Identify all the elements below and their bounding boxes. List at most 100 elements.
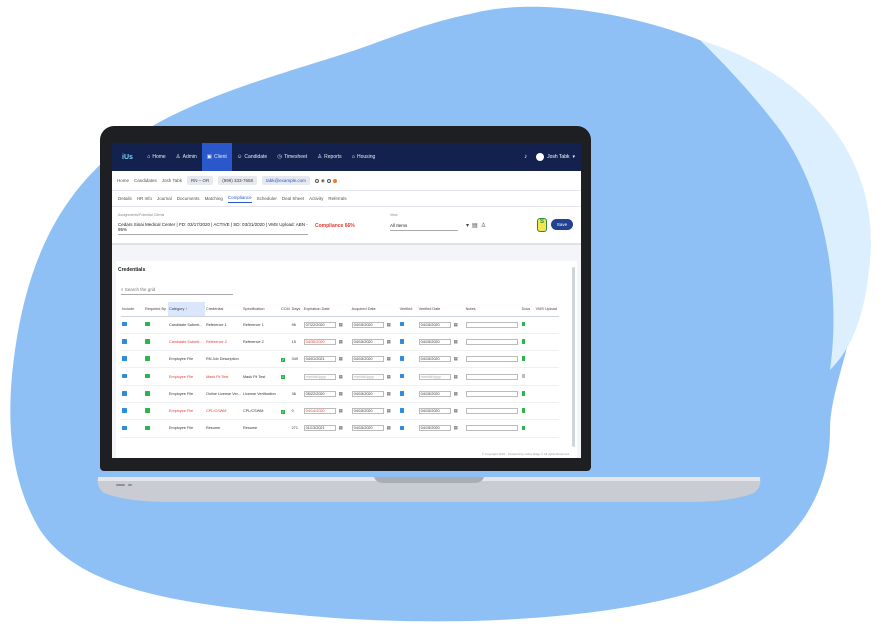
docs-cell[interactable] <box>520 402 535 421</box>
credential-cell[interactable]: Reference 1 <box>205 316 242 334</box>
required-checkbox[interactable] <box>144 316 168 334</box>
nav-home[interactable]: ⌂ Home <box>142 143 171 171</box>
table-row[interactable]: Employee File RN Job Description ✓ 349 04/01… <box>121 350 559 369</box>
verified-date-cell[interactable]: 04/15/2020 ▦ <box>417 402 465 421</box>
column-header[interactable]: Specification <box>242 302 280 317</box>
include-checkbox[interactable] <box>121 333 144 352</box>
acquired-date-input[interactable]: 04/15/2020 <box>351 408 384 415</box>
eye-icon[interactable]: ◉ <box>321 178 325 184</box>
expiration-date-input[interactable]: 01/13/2021 <box>303 425 336 432</box>
table-row[interactable]: Employee File CPL/CSWM CPL/CSWM ✓ 0 04/14/202… <box>121 402 559 421</box>
acquired-date-input[interactable]: 04/15/2020 <box>351 356 384 363</box>
calendar-icon[interactable]: ▦ <box>454 356 458 361</box>
tab-compliance[interactable]: Compliance <box>227 195 252 203</box>
verified-date-cell[interactable]: 04/15/2020 ▦ <box>417 350 465 369</box>
expiration-date-cell[interactable]: 04/30/2020 ▦ <box>302 333 351 352</box>
verified-date-input[interactable]: 04/15/2020 <box>418 356 451 363</box>
expiration-date-input[interactable]: 07/22/2020 <box>303 321 336 328</box>
notes-input[interactable] <box>465 390 518 397</box>
calendar-icon[interactable]: ▦ <box>454 322 458 327</box>
tab-matching[interactable]: Matching <box>205 196 223 201</box>
credential-cell[interactable]: Reference 2 <box>205 333 242 352</box>
docs-cell[interactable] <box>520 419 535 438</box>
calendar-icon[interactable]: ▦ <box>339 408 343 413</box>
verified-date-input[interactable]: 04/15/2020 <box>418 321 451 328</box>
nav-client[interactable]: ▣ Client <box>201 143 232 171</box>
calendar-icon[interactable]: ▦ <box>454 374 458 379</box>
calendar-icon[interactable]: ▦ <box>387 322 391 327</box>
nav-admin[interactable]: ♙ Admin <box>171 143 202 171</box>
expiration-date-cell[interactable]: 01/13/2021 ▦ <box>302 419 351 438</box>
column-header[interactable]: Required By <box>144 302 168 317</box>
expiration-date-cell[interactable]: 04/14/2020 ▦ <box>302 402 351 421</box>
calendar-icon[interactable]: ▦ <box>387 374 391 379</box>
notes-input[interactable] <box>465 425 518 432</box>
notes-cell[interactable] <box>464 367 521 386</box>
tab-journal[interactable]: Journal <box>157 196 172 201</box>
credential-cell[interactable]: CPL/CSWM <box>205 402 242 421</box>
notes-input[interactable] <box>465 373 518 380</box>
calendar-icon[interactable]: ▦ <box>387 408 391 413</box>
verified-cell[interactable] <box>398 385 418 403</box>
verified-cell[interactable] <box>398 402 418 421</box>
verified-date-input[interactable]: mm/dd/yyyy <box>418 373 451 380</box>
credential-cell[interactable]: RN Job Description <box>205 350 242 369</box>
calendar-icon[interactable]: ▦ <box>454 339 458 344</box>
document-icon[interactable] <box>521 391 526 396</box>
calendar-icon[interactable]: ▦ <box>387 391 391 396</box>
verified-checkbox[interactable] <box>399 408 405 413</box>
document-icon[interactable] <box>521 339 526 344</box>
verified-checkbox[interactable] <box>399 321 405 327</box>
acquired-date-cell[interactable]: 04/15/2020 ▦ <box>350 402 399 421</box>
include-checkbox[interactable] <box>121 316 144 334</box>
tab-referrals[interactable]: Referrals <box>328 196 346 201</box>
docs-cell[interactable] <box>520 367 535 386</box>
docs-cell[interactable] <box>520 316 535 334</box>
tab-deal-sheet[interactable]: Deal Sheet <box>282 196 304 201</box>
calendar-icon[interactable]: ▦ <box>387 356 391 361</box>
acquired-date-input[interactable]: 04/15/2020 <box>351 425 384 432</box>
notes-cell[interactable] <box>464 333 521 352</box>
notes-input[interactable] <box>465 321 518 328</box>
verified-cell[interactable] <box>398 367 418 386</box>
table-row[interactable]: Employee File Mask Fit Test Mask Fit Test ✓… <box>121 367 559 386</box>
calendar-icon[interactable]: ▦ <box>387 339 391 344</box>
verified-checkbox[interactable] <box>399 373 405 379</box>
app-logo[interactable]: iUs <box>122 154 142 161</box>
expiration-date-input[interactable]: 04/30/2020 <box>303 338 336 345</box>
notes-cell[interactable] <box>464 316 521 334</box>
required-checkbox[interactable] <box>144 367 168 386</box>
expiration-date-input[interactable]: 05/22/2020 <box>303 390 336 397</box>
calendar-icon[interactable]: ▦ <box>339 425 343 430</box>
docs-cell[interactable] <box>520 333 535 352</box>
docs-cell[interactable] <box>520 350 535 369</box>
document-icon[interactable] <box>521 408 526 413</box>
table-row[interactable]: Candidate Submit... Reference 1 Reference … <box>121 316 559 334</box>
verified-checkbox[interactable] <box>399 339 405 344</box>
column-header[interactable]: Verified <box>398 302 418 317</box>
person-icon[interactable]: ♙ <box>481 222 486 229</box>
column-header[interactable]: Include <box>121 302 144 317</box>
credential-cell[interactable]: Online License Ver... <box>205 385 242 403</box>
acquired-date-cell[interactable]: 04/15/2020 ▦ <box>350 419 399 438</box>
acquired-date-input[interactable]: 04/15/2020 <box>351 390 384 397</box>
document-icon[interactable] <box>521 373 526 379</box>
filter-icon[interactable]: ▾ <box>466 222 469 229</box>
calendar-icon[interactable]: ▦ <box>387 425 391 430</box>
assignment-select[interactable]: Cedars Sinai Medical Center | FD: 03/17/… <box>118 222 308 235</box>
verified-date-cell[interactable]: 04/15/2020 ▦ <box>417 385 465 403</box>
notes-cell[interactable] <box>464 385 521 403</box>
document-icon[interactable] <box>521 321 526 327</box>
bell-icon[interactable]: ♪ <box>524 154 527 160</box>
notes-cell[interactable] <box>464 402 521 421</box>
required-checkbox[interactable] <box>144 350 168 369</box>
column-header-category[interactable]: Category ↑ <box>168 302 205 317</box>
table-row[interactable]: Employee File Resume Resume 271 01/13/2021 ▦ 0… <box>121 419 559 438</box>
expiration-date-cell[interactable]: 04/01/2021 ▦ <box>302 350 351 369</box>
verified-date-cell[interactable]: 04/15/2020 ▦ <box>417 316 465 334</box>
verified-cell[interactable] <box>398 350 418 369</box>
notes-input[interactable] <box>465 338 518 345</box>
expiration-date-input[interactable]: mm/dd/yyyy <box>303 373 336 380</box>
notes-cell[interactable] <box>464 419 521 438</box>
verified-date-cell[interactable]: 04/15/2020 ▦ <box>417 333 465 352</box>
